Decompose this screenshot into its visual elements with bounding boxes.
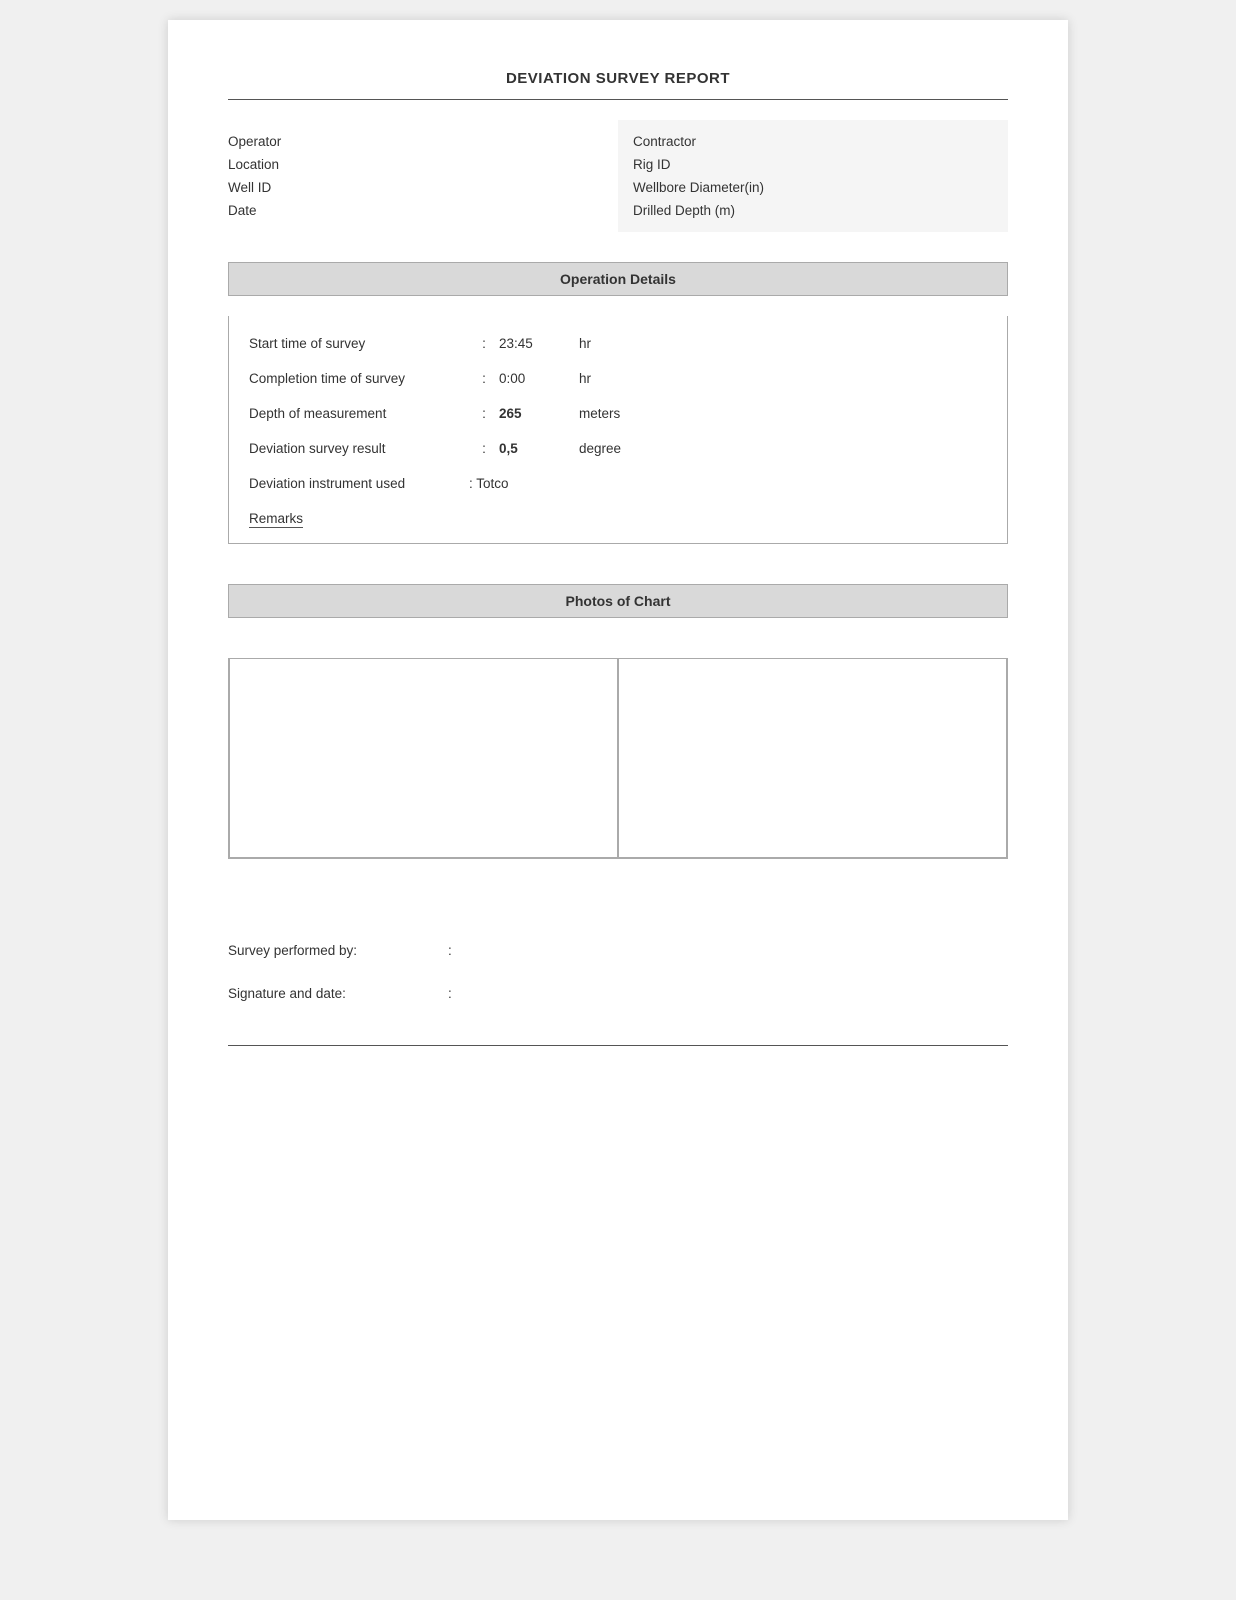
signature-date-row: Signature and date: : xyxy=(228,972,1008,1015)
completion-time-label: Completion time of survey xyxy=(249,371,469,386)
start-time-unit: hr xyxy=(579,336,591,351)
info-row-location: Location xyxy=(228,153,618,176)
info-row-wellid: Well ID xyxy=(228,176,618,199)
operation-content: Start time of survey : 23:45 hr Completi… xyxy=(228,316,1008,544)
deviation-instrument-colon: : Totco xyxy=(469,476,509,491)
signature-date-colon: : xyxy=(448,986,478,1001)
page: DEVIATION SURVEY REPORT Operator Locatio… xyxy=(168,20,1068,1520)
report-title: DEVIATION SURVEY REPORT xyxy=(228,70,1008,87)
completion-time-row: Completion time of survey : 0:00 hr xyxy=(229,361,1007,396)
survey-performed-colon: : xyxy=(448,943,478,958)
depth-measurement-label: Depth of measurement xyxy=(249,406,469,421)
info-row-rigid: Rig ID xyxy=(633,153,993,176)
info-row-contractor: Contractor xyxy=(633,130,993,153)
info-grid: Operator Location Well ID Date Contracto… xyxy=(228,120,1008,232)
signature-date-label: Signature and date: xyxy=(228,986,448,1001)
info-left: Operator Location Well ID Date xyxy=(228,120,618,232)
photo-cell-right xyxy=(618,658,1007,858)
completion-time-colon: : xyxy=(469,371,499,386)
completion-time-unit: hr xyxy=(579,371,591,386)
survey-performed-row: Survey performed by: : xyxy=(228,929,1008,972)
operation-details-table: Operation Details xyxy=(228,262,1008,296)
deviation-survey-result-value: 0,5 xyxy=(499,441,579,456)
deviation-survey-result-row: Deviation survey result : 0,5 degree xyxy=(229,431,1007,466)
start-time-label: Start time of survey xyxy=(249,336,469,351)
operation-details-header: Operation Details xyxy=(229,263,1008,296)
remarks-row: Remarks xyxy=(229,501,1007,533)
remarks-label: Remarks xyxy=(249,511,303,528)
bottom-divider xyxy=(228,1045,1008,1046)
start-time-row: Start time of survey : 23:45 hr xyxy=(229,326,1007,361)
info-row-date: Date xyxy=(228,199,618,222)
info-right: Contractor Rig ID Wellbore Diameter(in) … xyxy=(618,120,1008,232)
photos-header: Photos of Chart xyxy=(229,585,1008,618)
info-row-wellbore: Wellbore Diameter(in) xyxy=(633,176,993,199)
depth-measurement-row: Depth of measurement : 265 meters xyxy=(229,396,1007,431)
start-time-value: 23:45 xyxy=(499,336,579,351)
depth-measurement-value: 265 xyxy=(499,406,579,421)
start-time-colon: : xyxy=(469,336,499,351)
deviation-survey-result-label: Deviation survey result xyxy=(249,441,469,456)
completion-time-value: 0:00 xyxy=(499,371,579,386)
depth-measurement-colon: : xyxy=(469,406,499,421)
deviation-survey-result-colon: : xyxy=(469,441,499,456)
photos-content xyxy=(228,658,1008,859)
info-row-operator: Operator xyxy=(228,130,618,153)
info-row-drilled-depth: Drilled Depth (m) xyxy=(633,199,993,222)
photo-cell-left xyxy=(229,658,618,858)
depth-measurement-unit: meters xyxy=(579,406,620,421)
deviation-instrument-row: Deviation instrument used : Totco xyxy=(229,466,1007,501)
photos-grid xyxy=(229,658,1007,858)
top-divider xyxy=(228,99,1008,100)
deviation-survey-result-unit: degree xyxy=(579,441,621,456)
photos-section-table: Photos of Chart xyxy=(228,584,1008,618)
survey-performed-label: Survey performed by: xyxy=(228,943,448,958)
deviation-instrument-label: Deviation instrument used xyxy=(249,476,469,491)
bottom-section: Survey performed by: : Signature and dat… xyxy=(228,909,1008,1015)
